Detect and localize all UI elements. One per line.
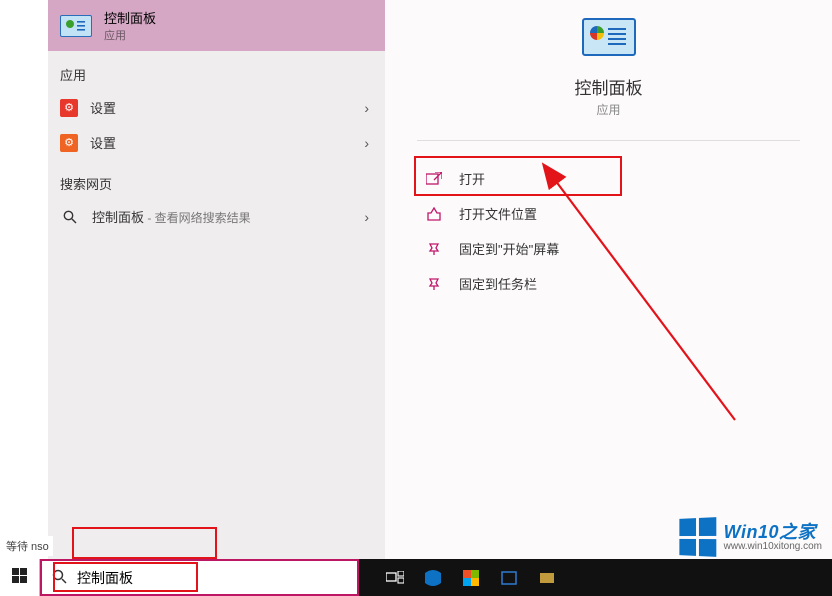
taskbar-search-input[interactable]	[77, 570, 347, 586]
gear-icon: ⚙	[60, 99, 78, 117]
action-pin-taskbar[interactable]: 固定到任务栏	[417, 266, 800, 301]
windows-start-icon	[12, 568, 27, 587]
web-search-item[interactable]: 控制面板 - 查看网络搜索结果 ›	[48, 199, 385, 235]
app-item-settings-2[interactable]: ⚙ 设置 ›	[48, 125, 385, 160]
action-open[interactable]: 打开	[417, 161, 800, 196]
open-icon	[425, 172, 443, 186]
taskbar-app-1[interactable]	[415, 559, 451, 596]
action-pin-start[interactable]: 固定到"开始"屏幕	[417, 231, 800, 266]
app-item-settings-1[interactable]: ⚙ 设置 ›	[48, 90, 385, 125]
web-item-title: 控制面板	[92, 210, 144, 225]
detail-header: 控制面板 应用	[385, 0, 832, 134]
status-text: 等待 nso	[2, 536, 53, 556]
app-item-label: 设置	[90, 98, 116, 117]
best-match-item[interactable]: 控制面板 应用	[48, 0, 385, 51]
taskview-button[interactable]	[377, 559, 413, 596]
app-item-label: 设置	[90, 133, 116, 152]
search-results-panel: 控制面板 应用 应用 ⚙ 设置 › ⚙ 设置 › 搜索网页 控制面板 - 查看网…	[48, 0, 385, 559]
control-panel-large-icon	[582, 18, 636, 56]
action-label: 打开	[459, 169, 485, 188]
folder-icon	[425, 207, 443, 221]
action-label: 固定到任务栏	[459, 274, 537, 293]
web-item-sub: - 查看网络搜索结果	[144, 211, 251, 225]
control-panel-icon	[60, 15, 92, 37]
pin-icon	[425, 277, 443, 291]
taskbar	[0, 559, 832, 596]
action-label: 打开文件位置	[459, 204, 537, 223]
action-list: 打开 打开文件位置 固定到"开始"屏幕 固定到任务栏	[385, 147, 832, 301]
taskbar-app-3[interactable]	[491, 559, 527, 596]
detail-subtitle: 应用	[385, 101, 832, 118]
watermark-title: Win10之家	[724, 523, 822, 541]
section-header-apps: 应用	[48, 51, 385, 90]
ms-logo-icon	[463, 570, 479, 586]
watermark-url: www.win10xitong.com	[724, 541, 822, 552]
search-icon	[52, 569, 67, 587]
windows-logo-icon	[679, 517, 716, 557]
best-match-subtitle: 应用	[104, 27, 156, 43]
best-match-text: 控制面板 应用	[104, 8, 156, 43]
action-open-location[interactable]: 打开文件位置	[417, 196, 800, 231]
chevron-right-icon: ›	[364, 209, 369, 225]
start-button[interactable]	[0, 559, 40, 596]
watermark: Win10之家 www.win10xitong.com	[678, 518, 822, 556]
chevron-right-icon: ›	[364, 100, 369, 116]
taskbar-app-2[interactable]	[453, 559, 489, 596]
pin-icon	[425, 242, 443, 256]
taskbar-search-box[interactable]	[40, 559, 359, 596]
gear-icon: ⚙	[60, 134, 78, 152]
detail-title: 控制面板	[385, 74, 832, 99]
taskbar-app-4[interactable]	[529, 559, 565, 596]
search-icon	[60, 207, 80, 227]
detail-panel: 控制面板 应用 打开 打开文件位置 固定到"开始"屏幕 固定到任务栏	[385, 0, 832, 559]
best-match-title: 控制面板	[104, 8, 156, 27]
section-header-web: 搜索网页	[48, 160, 385, 199]
action-label: 固定到"开始"屏幕	[459, 239, 559, 258]
divider	[417, 140, 800, 141]
chevron-right-icon: ›	[364, 135, 369, 151]
